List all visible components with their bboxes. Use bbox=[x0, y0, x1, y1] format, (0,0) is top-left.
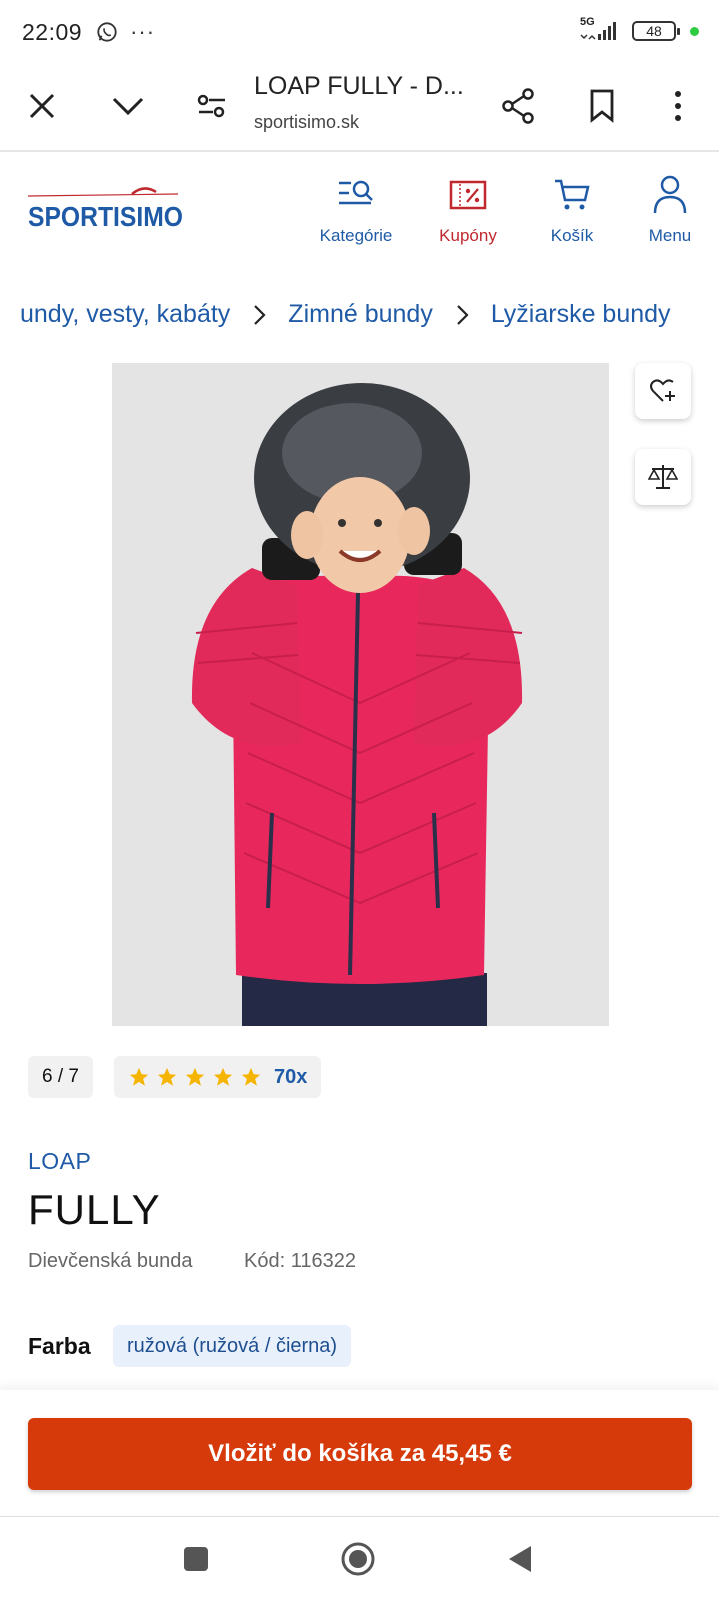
nav-menu-label: Menu bbox=[648, 226, 692, 245]
color-label: Farba bbox=[28, 1333, 91, 1359]
bookmark-icon bbox=[590, 89, 614, 123]
cart-icon bbox=[555, 179, 590, 210]
nav-coupons-label: Kupóny bbox=[439, 226, 497, 245]
nav-menu[interactable]: Menu bbox=[622, 172, 718, 246]
sportisimo-logo[interactable]: SPORTISIMO bbox=[27, 186, 188, 234]
nav-cart[interactable]: Košík bbox=[524, 172, 620, 246]
clock: 22:09 bbox=[22, 18, 83, 45]
nav-categories[interactable]: Kategórie bbox=[308, 172, 404, 246]
battery-icon: 48 bbox=[632, 21, 680, 41]
product-code: Kód: 116322 bbox=[244, 1250, 356, 1272]
back-button[interactable] bbox=[500, 1539, 540, 1579]
home-circle-icon bbox=[341, 1542, 375, 1576]
page-title[interactable]: LOAP FULLY - D... bbox=[254, 72, 464, 101]
nav-coupons[interactable]: Kupóny bbox=[420, 172, 516, 246]
recents-button[interactable] bbox=[176, 1539, 216, 1579]
add-to-cart-button[interactable]: Vložiť do košíka za 45,45 € bbox=[28, 1418, 692, 1490]
image-counter: 6 / 7 bbox=[28, 1056, 93, 1098]
home-button[interactable] bbox=[338, 1539, 378, 1579]
site-header: SPORTISIMO Kategórie Kupóny Košík Menu bbox=[0, 152, 719, 272]
product-subtitle: Dievčenská bunda bbox=[28, 1250, 193, 1272]
square-icon bbox=[184, 1547, 208, 1571]
breadcrumb-item[interactable]: undy, vesty, kabáty bbox=[20, 300, 230, 329]
breadcrumb-item[interactable]: Zimné bundy bbox=[288, 300, 433, 329]
site-settings-button[interactable] bbox=[188, 82, 236, 130]
more-vertical-icon bbox=[675, 91, 681, 121]
bookmark-button[interactable] bbox=[578, 82, 626, 130]
browser-toolbar: LOAP FULLY - D... sportisimo.sk bbox=[0, 64, 719, 152]
star-icon bbox=[129, 1067, 149, 1086]
breadcrumb-item[interactable]: Lyžiarske bundy bbox=[491, 300, 671, 329]
nav-cart-label: Košík bbox=[550, 226, 594, 245]
star-icon bbox=[213, 1067, 233, 1086]
rating-count: 70x bbox=[274, 1065, 308, 1088]
categories-search-icon bbox=[339, 180, 373, 205]
product-photo[interactable] bbox=[112, 363, 609, 1026]
nav-categories-label: Kategórie bbox=[319, 226, 393, 245]
sticky-cart-bar: Vložiť do košíka za 45,45 € bbox=[0, 1390, 719, 1515]
close-tab-button[interactable] bbox=[18, 82, 66, 130]
rating-summary[interactable]: 70x bbox=[114, 1056, 322, 1098]
product-brand-link[interactable]: LOAP bbox=[28, 1148, 91, 1175]
svg-text:SPORTISIMO: SPORTISIMO bbox=[28, 201, 183, 232]
page-url[interactable]: sportisimo.sk bbox=[254, 112, 359, 133]
coupon-percent-icon bbox=[449, 180, 487, 210]
site-controls-icon bbox=[197, 94, 225, 118]
breadcrumb: undy, vesty, kabáty Zimné bundy Lyžiarsk… bbox=[0, 300, 719, 344]
more-notifications-icon: ··· bbox=[130, 19, 156, 44]
privacy-indicator-dot bbox=[690, 26, 699, 36]
status-bar: 22:09 ··· 5G 48 bbox=[0, 0, 719, 64]
scales-icon bbox=[648, 465, 678, 489]
add-to-wishlist-button[interactable] bbox=[635, 363, 691, 419]
star-icon bbox=[157, 1067, 177, 1086]
overflow-menu-button[interactable] bbox=[654, 82, 702, 130]
chevron-down-icon bbox=[112, 97, 144, 116]
minimize-button[interactable] bbox=[104, 82, 152, 130]
signal-icon: 5G bbox=[578, 16, 622, 44]
close-icon bbox=[29, 93, 55, 119]
star-icon bbox=[241, 1067, 261, 1086]
color-selector[interactable]: ružová (ružová / čierna) bbox=[113, 1325, 352, 1367]
share-icon bbox=[502, 88, 534, 124]
share-button[interactable] bbox=[494, 82, 542, 130]
user-icon bbox=[653, 175, 687, 214]
chevron-right-icon bbox=[457, 304, 469, 325]
system-navigation-bar bbox=[0, 1516, 719, 1600]
product-name: FULLY bbox=[28, 1186, 161, 1233]
back-triangle-icon bbox=[509, 1546, 531, 1572]
whatsapp-icon bbox=[97, 22, 117, 42]
chevron-right-icon bbox=[254, 304, 266, 325]
star-icon bbox=[185, 1067, 205, 1086]
heart-plus-icon bbox=[650, 379, 675, 402]
compare-button[interactable] bbox=[635, 449, 691, 505]
